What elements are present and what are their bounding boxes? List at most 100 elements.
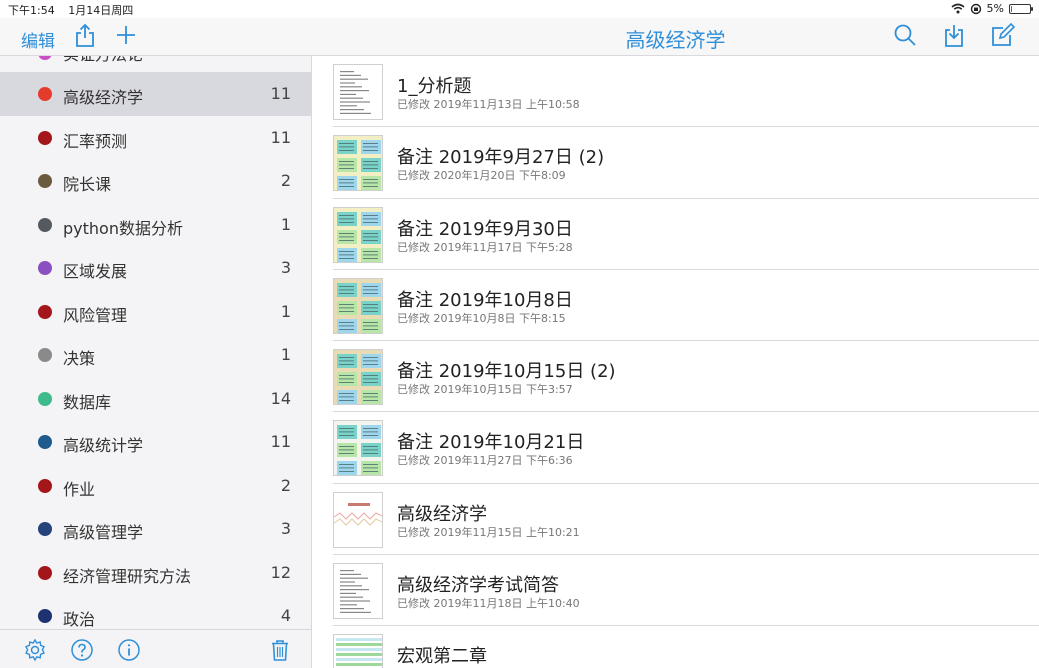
notebook-color-dot xyxy=(38,56,52,60)
battery-percent: 5% xyxy=(986,2,1004,15)
sidebar-item-count: 11 xyxy=(270,432,291,451)
notebook-color-dot xyxy=(38,304,52,319)
wifi-icon xyxy=(951,3,965,14)
status-time: 下午1:54 xyxy=(8,4,55,17)
note-thumbnail xyxy=(333,491,383,548)
note-thumbnail xyxy=(333,349,383,406)
note-thumbnail xyxy=(333,206,383,263)
sidebar-item-count: 1 xyxy=(280,214,291,234)
note-title: 备注 2019年9月30日 xyxy=(397,218,573,240)
sidebar-item-count: 1 xyxy=(280,345,291,364)
sidebar-item-count: 12 xyxy=(270,562,291,582)
sidebar-item[interactable]: 汇率预测 11 xyxy=(0,116,311,160)
sidebar-item[interactable]: 院长课 2 xyxy=(0,159,311,203)
note-thumbnail xyxy=(333,277,383,334)
add-icon[interactable] xyxy=(113,22,139,48)
sidebar-item[interactable]: 政治 4 xyxy=(0,594,311,629)
sidebar-item[interactable]: 高级统计学 11 xyxy=(0,420,311,464)
note-modified-date: 已修改 2019年11月17日 下午5:28 xyxy=(397,240,573,254)
notebook-color-dot xyxy=(38,217,52,232)
sidebar-item[interactable]: 数据库 14 xyxy=(0,377,311,421)
note-row[interactable]: 备注 2019年10月8日 已修改 2019年10月8日 下午8:15 xyxy=(333,270,1039,342)
note-modified-date: 已修改 2019年11月13日 上午10:58 xyxy=(397,98,580,111)
note-thumbnail xyxy=(333,563,383,620)
sidebar-item-label: 区域发展 xyxy=(63,262,128,281)
note-row[interactable]: 高级经济学考试简答 已修改 2019年11月18日 上午10:40 xyxy=(333,555,1039,627)
sidebar-item-label: 决策 xyxy=(63,349,96,368)
help-icon[interactable] xyxy=(70,638,94,662)
edit-button[interactable]: 编辑 xyxy=(21,27,55,52)
nav-bar: 编辑 高级经济学 xyxy=(0,18,1039,56)
sidebar-item[interactable]: 风险管理 1 xyxy=(0,290,311,334)
sidebar-item[interactable]: python数据分析 1 xyxy=(0,203,311,247)
note-row[interactable]: 备注 2019年10月21日 已修改 2019年11月27日 下午6:36 xyxy=(333,412,1039,484)
notebook-sidebar: 实证方法论2高级经济学11汇率预测11院长课2python数据分析1区域发展3风… xyxy=(0,56,312,629)
settings-gear-icon[interactable] xyxy=(23,638,47,662)
note-modified-date: 已修改 2019年10月8日 下午8:15 xyxy=(397,311,566,325)
sidebar-item[interactable]: 区域发展 3 xyxy=(0,246,311,290)
sidebar-item[interactable]: 高级管理学 3 xyxy=(0,507,311,551)
note-row[interactable]: 1_分析题 已修改 2019年11月13日 上午10:58 xyxy=(333,56,1039,128)
trash-icon[interactable] xyxy=(268,638,292,662)
sidebar-item-count: 1 xyxy=(280,301,291,321)
sidebar-item-label: 数据库 xyxy=(63,392,112,412)
notebook-color-dot xyxy=(38,87,52,101)
note-row[interactable]: 备注 2019年9月30日 已修改 2019年11月17日 下午5:28 xyxy=(333,199,1039,270)
battery-icon xyxy=(1009,3,1033,14)
import-icon[interactable] xyxy=(941,22,967,48)
notebook-color-dot xyxy=(38,565,52,580)
page-title: 高级经济学 xyxy=(625,28,726,52)
note-row[interactable]: 宏观第二章 xyxy=(333,626,1039,668)
note-row[interactable]: 高级经济学 已修改 2019年11月15日 上午10:21 xyxy=(333,484,1039,556)
note-thumbnail xyxy=(333,64,383,120)
notebook-color-dot xyxy=(38,609,52,623)
search-icon[interactable] xyxy=(892,22,918,48)
sidebar-item-label: python数据分析 xyxy=(63,218,183,238)
sidebar-item-label: 汇率预测 xyxy=(63,131,128,151)
notebook-color-dot xyxy=(38,522,52,536)
rotation-lock-icon xyxy=(970,3,981,14)
sidebar-item-count: 3 xyxy=(280,258,291,277)
note-thumbnail xyxy=(333,420,383,477)
note-title: 备注 2019年10月21日 xyxy=(397,432,585,454)
status-bar: 下午1:54 1月14日周四 5% xyxy=(0,0,1039,18)
note-title: 备注 2019年10月8日 xyxy=(397,289,573,311)
sidebar-item-label: 政治 xyxy=(63,610,96,629)
sidebar-item-count: 3 xyxy=(280,519,291,538)
note-title: 1_分析题 xyxy=(397,76,472,97)
sidebar-item-count: 4 xyxy=(280,606,291,625)
sidebar-item[interactable]: 作业 2 xyxy=(0,464,311,508)
status-date: 1月14日周四 xyxy=(68,4,134,17)
note-title: 备注 2019年10月15日 (2) xyxy=(397,361,616,383)
sidebar-item-label: 实证方法论 xyxy=(63,56,143,65)
notebook-color-dot xyxy=(38,174,52,188)
note-row[interactable]: 备注 2019年10月15日 (2) 已修改 2019年10月15日 下午3:57 xyxy=(333,341,1039,413)
sidebar-item-label: 院长课 xyxy=(63,175,112,194)
sidebar-item[interactable]: 高级经济学 11 xyxy=(0,72,311,116)
note-modified-date: 已修改 2019年11月15日 上午10:21 xyxy=(397,525,580,539)
sidebar-item-label: 作业 xyxy=(63,479,96,499)
notebook-color-dot xyxy=(38,478,52,493)
info-icon[interactable] xyxy=(117,638,141,662)
note-modified-date: 已修改 2019年10月15日 下午3:57 xyxy=(397,383,573,397)
note-thumbnail xyxy=(333,634,383,668)
notebook-color-dot xyxy=(38,348,52,362)
notebook-color-dot xyxy=(38,261,52,275)
sidebar-footer xyxy=(0,629,312,668)
note-modified-date: 已修改 2019年11月27日 下午6:36 xyxy=(397,454,573,468)
compose-icon[interactable] xyxy=(990,22,1016,48)
sidebar-item-count: 11 xyxy=(270,127,291,147)
sidebar-item[interactable]: 实证方法论 2 xyxy=(0,56,311,72)
sidebar-item-count: 2 xyxy=(280,475,291,495)
sidebar-item-label: 风险管理 xyxy=(63,305,128,325)
sidebar-item-label: 高级统计学 xyxy=(63,436,144,455)
sidebar-item[interactable]: 经济管理研究方法 12 xyxy=(0,551,311,595)
note-title: 高级经济学 xyxy=(397,503,487,525)
share-icon[interactable] xyxy=(72,22,98,48)
sidebar-item[interactable]: 决策 1 xyxy=(0,333,311,377)
notes-list: 1_分析题 已修改 2019年11月13日 上午10:58 备注 2019年9月27… xyxy=(313,56,1039,668)
note-row[interactable]: 备注 2019年9月27日 (2) 已修改 2020年1月20日 下午8:09 xyxy=(333,127,1039,199)
notebook-color-dot xyxy=(38,130,52,145)
battery-fill xyxy=(1011,5,1012,12)
note-thumbnail xyxy=(333,135,383,192)
